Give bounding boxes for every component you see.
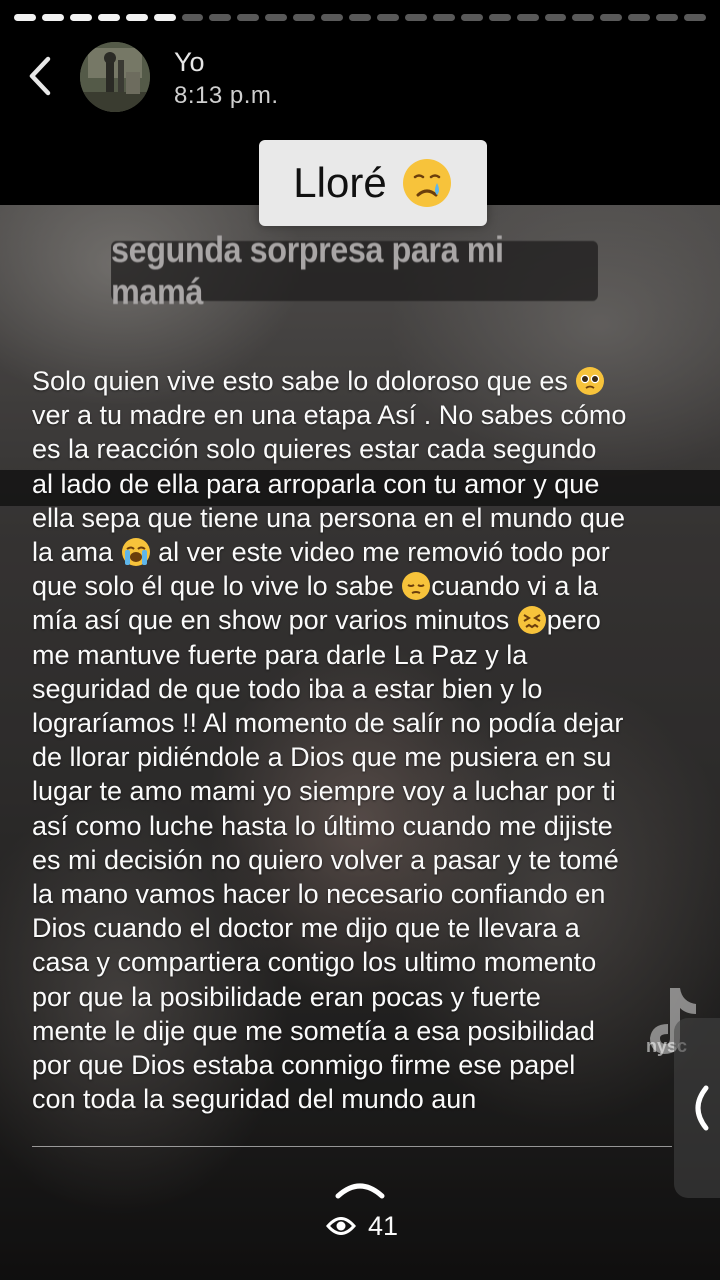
text-sticker-subtitle: segunda sorpresa para mi mamá (111, 229, 598, 312)
progress-segment (544, 14, 567, 21)
progress-segment (460, 14, 483, 21)
progress-segment (237, 14, 260, 21)
caption-divider (32, 1146, 672, 1147)
progress-segment (69, 14, 92, 21)
story-progress-bar (14, 14, 707, 21)
text-sticker-llore: Lloré (259, 140, 487, 226)
progress-segment (97, 14, 120, 21)
side-panel-handle[interactable] (674, 1018, 720, 1198)
caption-line: por que la posibilidade eran pocas y fue… (32, 981, 541, 1012)
caption-line: la ama al ver este video me removió todo… (32, 537, 610, 568)
progress-segment (432, 14, 455, 21)
loudly-crying-face-icon (121, 538, 150, 567)
view-count-group[interactable]: 41 (326, 1208, 398, 1244)
view-count: 41 (368, 1210, 399, 1241)
caption-line: me mantuve fuerte para darle La Paz y la (32, 639, 528, 670)
sticker-main-text: Lloré (293, 159, 387, 206)
progress-segment (488, 14, 511, 21)
caption-line: de llorar pidiéndole a Dios que me pusie… (32, 742, 612, 773)
progress-segment (181, 14, 204, 21)
caption-line: por que Dios estaba conmigo firme ese pa… (32, 1050, 576, 1081)
progress-segment (376, 14, 399, 21)
caption-line: lograríamos !! Al momento de salír no po… (32, 708, 624, 739)
caption-line: es la reacción solo quieres estar cada s… (32, 434, 597, 465)
chevron-up-icon (335, 1183, 385, 1199)
progress-segment (14, 14, 36, 21)
chevron-left-icon (695, 1085, 709, 1131)
progress-segment (349, 14, 371, 21)
pleading-face-icon (576, 367, 605, 395)
confounded-face-icon (517, 606, 546, 635)
progress-segment (600, 14, 623, 21)
progress-segment (656, 14, 679, 21)
progress-segment (41, 14, 64, 21)
expand-caption-button[interactable] (334, 1172, 386, 1202)
caption-line: así como luche hasta lo último cuando me… (32, 810, 613, 841)
back-button[interactable] (24, 54, 58, 98)
progress-segment (628, 14, 651, 21)
chevron-left-icon (29, 56, 51, 96)
caption-line: mente le dije que me sometía a esa posib… (32, 1015, 595, 1046)
caption-line: lugar te amo mami yo siempre voy a lucha… (32, 776, 616, 807)
story-caption: Solo quien vive esto sabe lo doloroso qu… (32, 364, 692, 1116)
progress-segment (572, 14, 595, 21)
story-viewer: Yo 8:13 p.m. Lloré segunda sorpresa para… (0, 0, 720, 1280)
caption-line: mía así que en show por varios minutos p… (32, 605, 601, 636)
author-avatar[interactable] (80, 42, 150, 112)
caption-line: la mano vamos hacer lo necesario confian… (32, 879, 606, 910)
progress-segment (265, 14, 288, 21)
caption-line: es mi decisión no quiero volver a pasar … (32, 844, 619, 875)
pensive-face-icon (402, 572, 431, 601)
progress-segment (125, 14, 148, 21)
caption-line: con toda la seguridad del mundo aun (32, 1084, 477, 1115)
progress-segment (153, 14, 176, 21)
progress-segment (684, 14, 707, 21)
caption-line: que solo él que lo vive lo sabe cuando v… (32, 571, 598, 602)
progress-segment (209, 14, 232, 21)
avatar-image (80, 42, 150, 112)
caption-line: Solo quien vive esto sabe lo doloroso qu… (32, 364, 692, 398)
progress-segment (404, 14, 427, 21)
eye-icon (326, 1217, 356, 1235)
caption-line: ella sepa que tiene una persona en el mu… (32, 502, 625, 533)
crying-face-icon (402, 159, 451, 207)
progress-segment (321, 14, 344, 21)
author-name[interactable]: Yo (174, 47, 205, 78)
caption-line: seguridad de que todo iba a estar bien y… (32, 673, 543, 704)
caption-line: al lado de ella para arroparla con tu am… (32, 468, 600, 499)
caption-line: casa y compartiera contigo los ultimo mo… (32, 947, 597, 978)
progress-segment (516, 14, 539, 21)
caption-line: Dios cuando el doctor me dijo que te lle… (32, 913, 580, 944)
caption-line: ver a tu madre en una etapa Así . No sab… (32, 400, 627, 431)
story-timestamp: 8:13 p.m. (174, 82, 279, 109)
progress-segment (293, 14, 316, 21)
